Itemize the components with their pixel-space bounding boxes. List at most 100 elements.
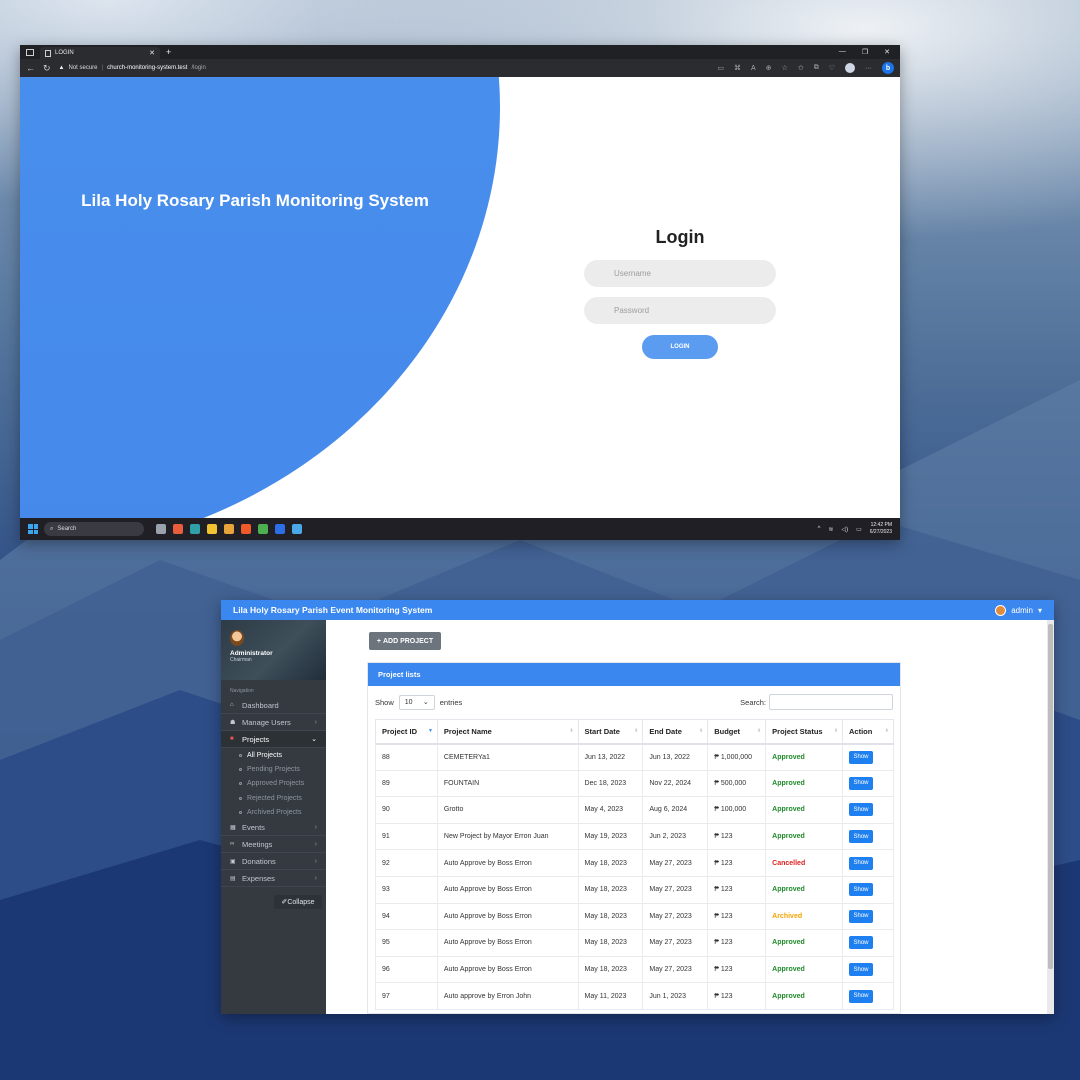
health-icon[interactable]: ♡ bbox=[829, 64, 835, 72]
edge-icon[interactable] bbox=[190, 524, 200, 534]
page-scrollbar[interactable] bbox=[1047, 620, 1054, 1014]
restore-icon[interactable]: ❐ bbox=[862, 48, 868, 56]
more-icon[interactable]: ··· bbox=[865, 65, 872, 72]
tray-chevron-icon[interactable]: ^ bbox=[818, 526, 821, 532]
show-button[interactable]: Show bbox=[849, 883, 874, 897]
close-tab-icon[interactable]: ✕ bbox=[149, 49, 155, 57]
login-button[interactable]: LOGIN bbox=[642, 335, 718, 359]
show-button[interactable]: Show bbox=[849, 750, 874, 764]
show-button[interactable]: Show bbox=[849, 856, 874, 870]
word-icon[interactable] bbox=[275, 524, 285, 534]
col-action[interactable]: Action ⬍ bbox=[842, 719, 894, 745]
collapse-button[interactable]: ✐ Collapse bbox=[274, 895, 322, 910]
col-budget[interactable]: Budget ⬍ bbox=[707, 719, 767, 745]
show-button[interactable]: Show bbox=[849, 963, 874, 977]
browser-window: LOGIN ✕ + — ❐ ✕ ← ↻ ▲ Not secure | churc… bbox=[20, 45, 900, 540]
task-view-icon[interactable] bbox=[156, 524, 166, 534]
col-project-id[interactable]: Project ID ▼ bbox=[375, 719, 438, 745]
col-project-name[interactable]: Project Name ⬍ bbox=[436, 719, 579, 745]
apps-icon[interactable]: ⌘ bbox=[734, 64, 741, 72]
show-button[interactable]: Show bbox=[849, 776, 874, 790]
sort-icon: ⬍ bbox=[833, 728, 839, 734]
window-icon[interactable] bbox=[26, 48, 34, 56]
chrome-icon[interactable] bbox=[224, 524, 234, 534]
cell-end: Aug 6, 2024 bbox=[642, 796, 709, 824]
cell-action: Show bbox=[842, 796, 894, 824]
cell-start: May 4, 2023 bbox=[577, 796, 644, 824]
file-explorer-icon[interactable] bbox=[207, 524, 217, 534]
refresh-icon[interactable]: ↻ bbox=[43, 63, 51, 74]
tab-login[interactable]: LOGIN ✕ bbox=[40, 47, 160, 59]
show-button[interactable]: Show bbox=[849, 803, 874, 817]
column-header-label: End Date bbox=[649, 726, 682, 736]
minimize-icon[interactable]: — bbox=[839, 48, 846, 56]
sidebar-sub-all-projects[interactable]: All Projects bbox=[221, 748, 326, 762]
sidebar-item-events[interactable]: ▦ Events › bbox=[221, 819, 326, 837]
col-end-date[interactable]: End Date ⬍ bbox=[642, 719, 709, 745]
scrollbar-thumb[interactable] bbox=[1048, 624, 1053, 969]
show-button[interactable]: Show bbox=[849, 909, 874, 923]
col-start-date[interactable]: Start Date ⬍ bbox=[577, 719, 644, 745]
brave-icon[interactable] bbox=[241, 524, 251, 534]
sidebar-sub-rejected-projects[interactable]: Rejected Projects bbox=[221, 791, 326, 805]
notepad-icon[interactable] bbox=[292, 524, 302, 534]
sidebar-sub-label: Pending Projects bbox=[247, 765, 300, 773]
show-button[interactable]: Show bbox=[849, 989, 874, 1003]
sidebar-item-manage-users[interactable]: ☗ Manage Users › bbox=[221, 714, 326, 731]
cell-start: May 18, 2023 bbox=[577, 929, 644, 957]
table-search: Search: bbox=[740, 694, 893, 710]
taskbar-clock[interactable]: 12:42 PM 6/27/2023 bbox=[870, 522, 892, 536]
wifi-icon[interactable]: ≋ bbox=[828, 526, 833, 533]
sidebar-item-dashboard[interactable]: ⌂ Dashboard bbox=[221, 697, 326, 714]
favorite-star-icon[interactable]: ☆ bbox=[782, 64, 788, 72]
column-header-label: Budget bbox=[714, 726, 741, 736]
address-bar[interactable]: ▲ Not secure | church-monitoring-system.… bbox=[59, 62, 710, 74]
password-input[interactable] bbox=[584, 297, 776, 324]
circle-icon bbox=[239, 753, 242, 757]
zoom-icon[interactable]: ⊕ bbox=[766, 64, 772, 72]
battery-icon[interactable]: ▭ bbox=[856, 526, 862, 533]
show-button[interactable]: Show bbox=[849, 936, 874, 950]
windows-start-icon[interactable] bbox=[28, 524, 38, 534]
widgets-icon[interactable] bbox=[173, 524, 183, 534]
sidebar-item-donations[interactable]: ▣ Donations › bbox=[221, 853, 326, 871]
table-row: 91 New Project by Mayor Erron Juan May 1… bbox=[375, 822, 894, 851]
sidebar-sub-approved-projects[interactable]: Approved Projects bbox=[221, 777, 326, 791]
read-aloud-icon[interactable]: A bbox=[751, 65, 756, 72]
taskbar-search[interactable]: ⌕ Search bbox=[44, 522, 144, 536]
sidebar-sub-pending-projects[interactable]: Pending Projects bbox=[221, 762, 326, 776]
profile-avatar bbox=[230, 630, 244, 646]
add-project-button[interactable]: + ADD PROJECT bbox=[369, 632, 441, 650]
sidebar-item-projects[interactable]: ■ Projects ⌄ bbox=[221, 731, 326, 748]
show-button[interactable]: Show bbox=[849, 830, 874, 844]
calendar-icon: ▦ bbox=[230, 824, 236, 831]
cell-id: 90 bbox=[375, 796, 438, 824]
sidebar-item-expenses[interactable]: ▤ Expenses › bbox=[221, 870, 326, 888]
cell-id: 93 bbox=[375, 875, 438, 904]
bing-icon[interactable]: b bbox=[882, 62, 894, 74]
profile-icon[interactable] bbox=[845, 63, 855, 73]
volume-icon[interactable]: ◁) bbox=[841, 526, 848, 533]
back-icon[interactable]: ← bbox=[26, 63, 35, 73]
entries-select[interactable]: 10 ⌄ bbox=[398, 694, 435, 710]
col-project-status[interactable]: Project Status ⬍ bbox=[765, 719, 844, 745]
reader-icon[interactable]: ▭ bbox=[717, 64, 724, 72]
search-label: Search: bbox=[740, 697, 766, 707]
sidebar-item-meetings[interactable]: ∞ Meetings › bbox=[221, 836, 326, 854]
cell-start: May 18, 2023 bbox=[577, 849, 644, 877]
close-window-icon[interactable]: ✕ bbox=[884, 48, 890, 56]
home-icon: ⌂ bbox=[230, 702, 234, 708]
column-header-label: Project ID bbox=[382, 726, 418, 736]
sidebar-sub-label: Rejected Projects bbox=[247, 794, 302, 802]
new-tab-button[interactable]: + bbox=[166, 47, 171, 57]
favorites-icon[interactable]: ✩ bbox=[798, 64, 804, 72]
username-input[interactable] bbox=[584, 260, 776, 287]
show-label: Show bbox=[375, 697, 394, 707]
admin-header: Lila Holy Rosary Parish Event Monitoring… bbox=[221, 600, 1054, 620]
collections-icon[interactable]: ⧉ bbox=[814, 64, 819, 72]
cell-name: New Project by Mayor Erron Juan bbox=[436, 822, 579, 851]
chrome-dev-icon[interactable] bbox=[258, 524, 268, 534]
sidebar-sub-archived-projects[interactable]: Archived Projects bbox=[221, 805, 326, 819]
user-menu[interactable]: admin ▾ bbox=[995, 604, 1042, 616]
table-search-input[interactable] bbox=[769, 694, 893, 710]
